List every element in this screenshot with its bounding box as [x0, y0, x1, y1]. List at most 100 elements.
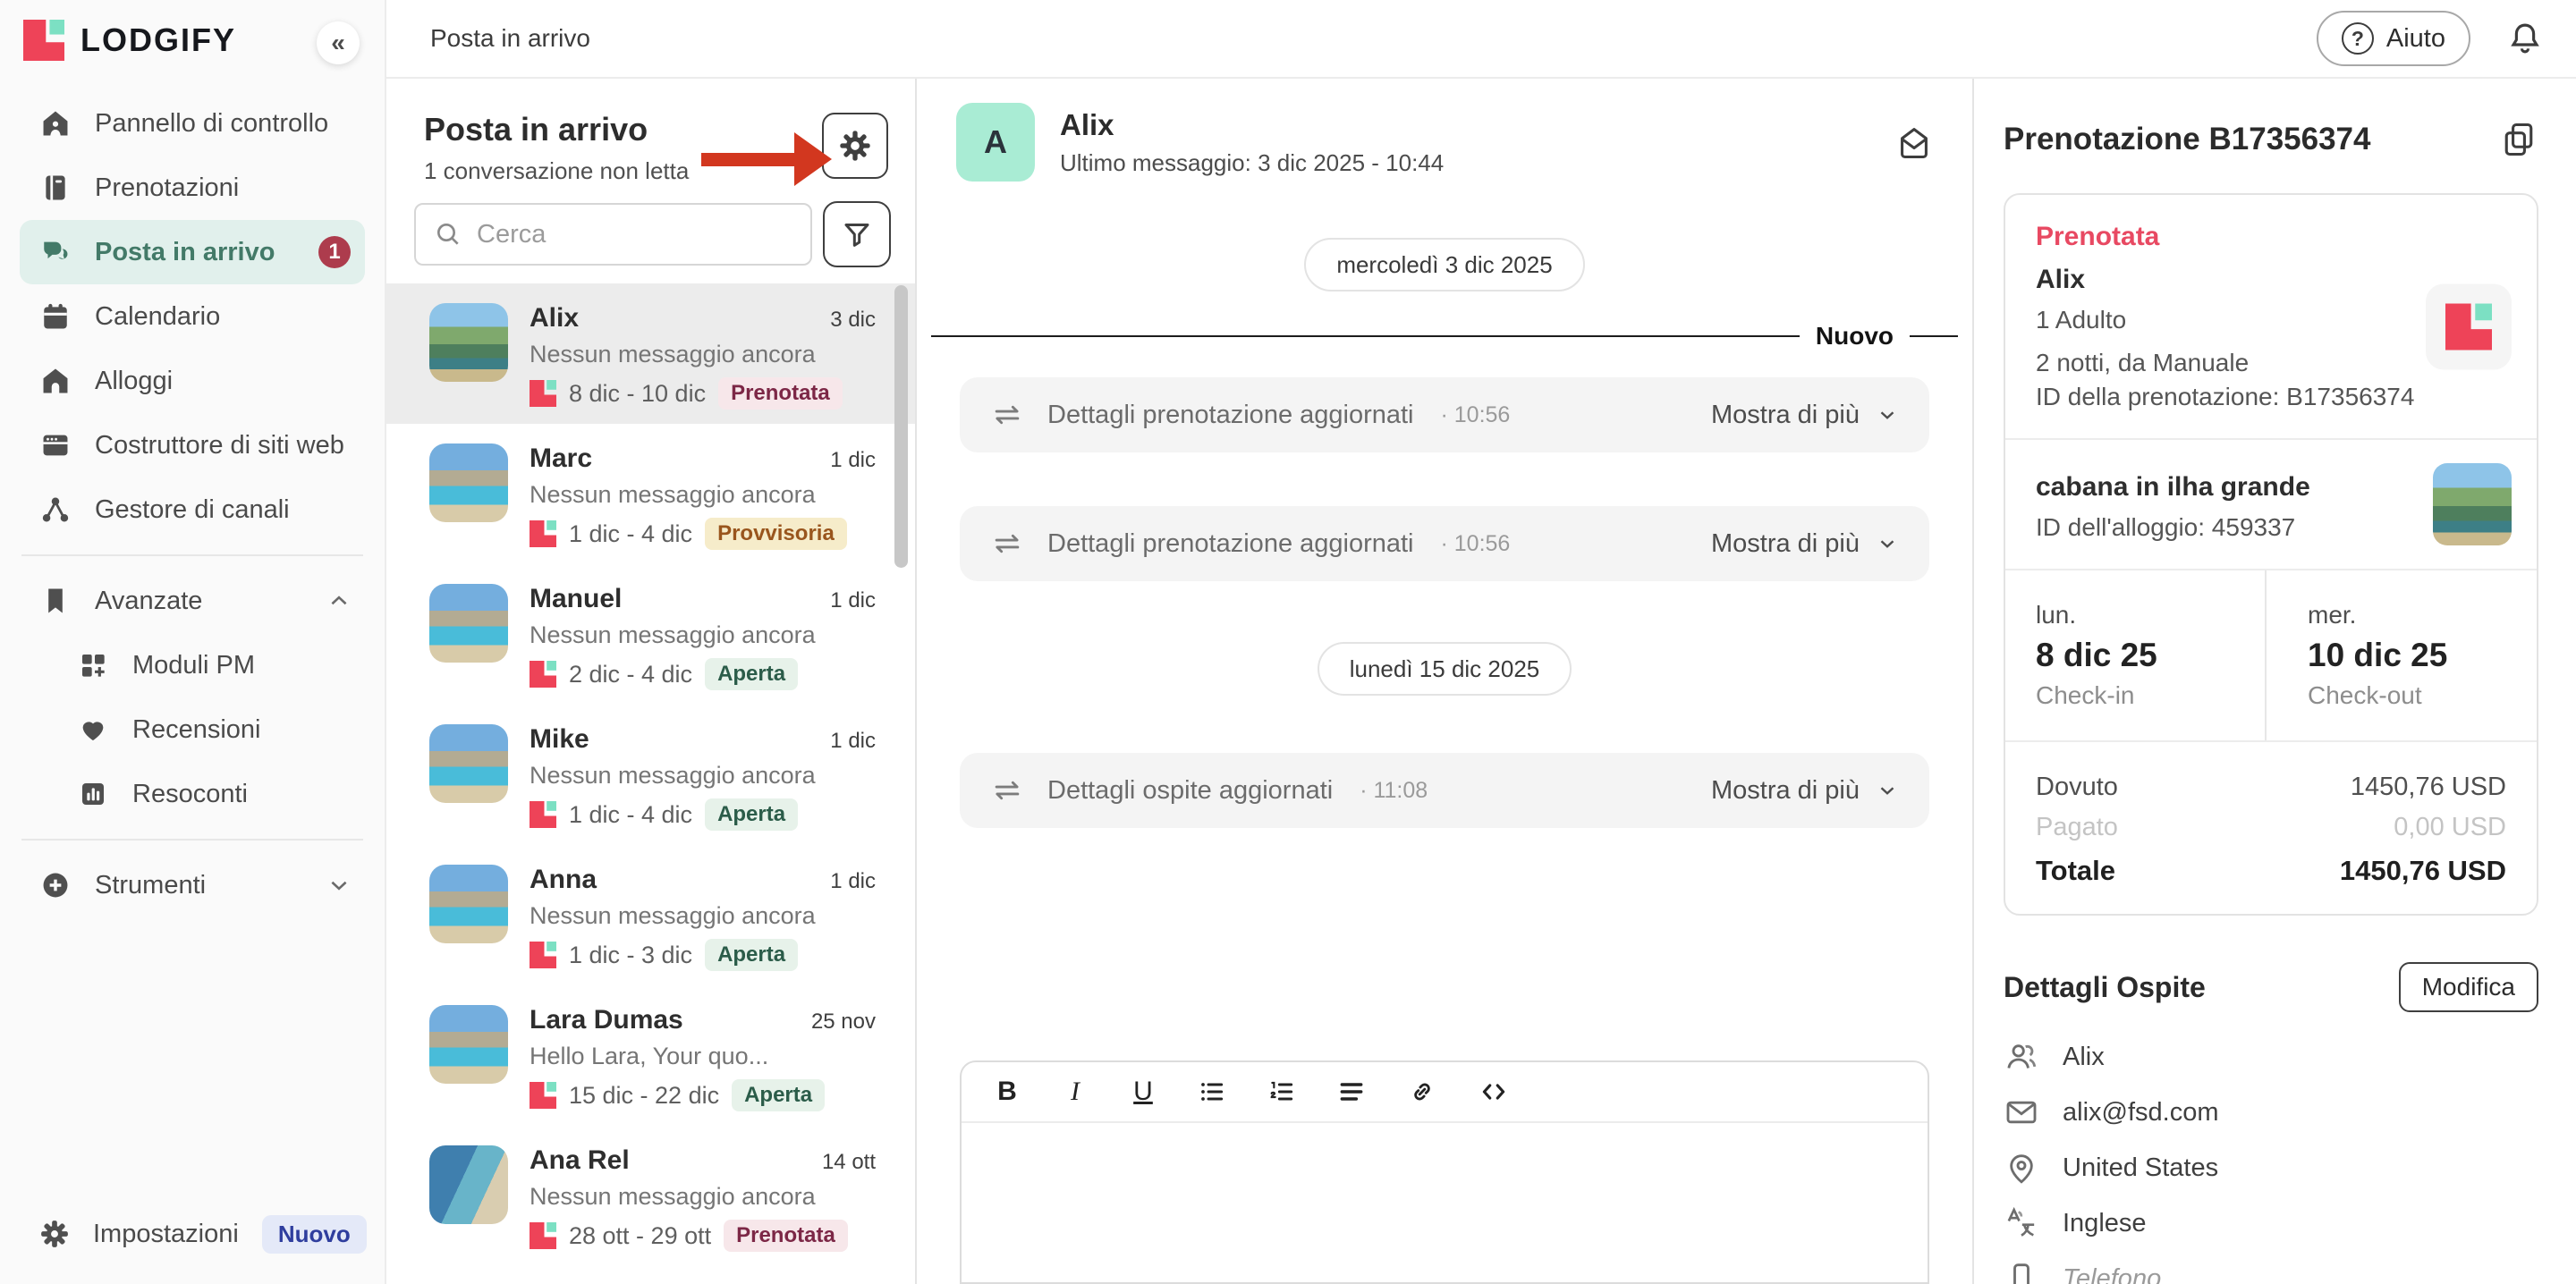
calendar-icon: [39, 300, 72, 333]
guest-detail-row: Telefono: [2004, 1259, 2538, 1284]
checkin-label: Check-in: [2036, 681, 2234, 710]
chevron-down-icon: [1876, 403, 1899, 427]
code-button[interactable]: [1479, 1077, 1509, 1107]
numbered-list-button[interactable]: [1267, 1077, 1296, 1106]
stay-range: 15 dic - 22 dic: [569, 1082, 719, 1110]
status-badge: Provvisoria: [705, 518, 847, 550]
dates-section: lun. 8 dic 25 Check-in mer. 10 dic 25 Ch…: [2005, 570, 2537, 742]
sidebar-item-gestore-di-canali[interactable]: Gestore di canali: [20, 477, 365, 542]
italic-button[interactable]: I: [1062, 1077, 1089, 1107]
lodgify-source-icon: [530, 801, 556, 828]
copy-icon[interactable]: [2499, 120, 2538, 159]
conversation-date: 1 dic: [830, 588, 876, 613]
property-thumbnail: [429, 584, 508, 663]
sidebar-item-label: Gestore di canali: [95, 495, 290, 525]
show-more-button[interactable]: Mostra di più: [1711, 401, 1899, 430]
underline-button[interactable]: U: [1130, 1077, 1157, 1107]
sync-arrows-icon: [990, 773, 1024, 807]
sidebar-item-recensioni[interactable]: Recensioni: [57, 697, 365, 762]
conversation-row[interactable]: Alix3 dic Nessun messaggio ancora 8 dic …: [386, 283, 915, 424]
mark-unread-button[interactable]: [1894, 122, 1935, 163]
sidebar-item-pannello-di-controllo[interactable]: Pannello di controllo: [20, 91, 365, 156]
funnel-icon: [841, 218, 873, 250]
lodgify-source-icon: [530, 1082, 556, 1109]
payment-row-due: Dovuto 1450,76 USD: [2036, 773, 2506, 802]
sidebar-item-prenotazioni[interactable]: Prenotazioni: [20, 156, 365, 220]
edit-guest-button[interactable]: Modifica: [2399, 962, 2538, 1012]
event-time: · 11:08: [1360, 778, 1428, 804]
payment-value: 0,00 USD: [2394, 813, 2506, 842]
lodgify-logo-icon: [23, 20, 64, 61]
sidebar-divider: [21, 839, 363, 841]
chat-icon: [39, 236, 72, 268]
timeline-event[interactable]: Dettagli prenotazione aggiornati · 10:56…: [960, 506, 1929, 581]
checkout-day: mer.: [2308, 601, 2506, 629]
search-input[interactable]: [477, 220, 792, 249]
breadcrumb: Posta in arrivo: [430, 24, 590, 53]
sidebar-item-costruttore-di-siti-web[interactable]: Costruttore di siti web: [20, 413, 365, 477]
payment-row-paid: Pagato 0,00 USD: [2036, 813, 2506, 842]
timeline-event[interactable]: Dettagli prenotazione aggiornati · 10:56…: [960, 377, 1929, 452]
sidebar-item-alloggi[interactable]: Alloggi: [20, 349, 365, 413]
sidebar-item-posta-in-arrivo[interactable]: Posta in arrivo 1: [20, 220, 365, 284]
message-input[interactable]: [962, 1123, 1928, 1282]
filter-button[interactable]: [823, 201, 891, 267]
scrollbar-thumb[interactable]: [894, 285, 908, 568]
help-button[interactable]: ? Aiuto: [2317, 11, 2470, 66]
conversation-date: 1 dic: [830, 729, 876, 754]
guest-name: Alix: [530, 303, 579, 334]
property-thumbnail: [429, 865, 508, 943]
guest-name: Marc: [530, 443, 592, 474]
conversation-row[interactable]: Anna1 dic Nessun messaggio ancora 1 dic …: [386, 845, 915, 985]
sidebar-item-calendario[interactable]: Calendario: [20, 284, 365, 349]
search-row: [386, 185, 915, 267]
lodgify-source-icon: [530, 1222, 556, 1249]
sidebar-item-avanzate[interactable]: Avanzate: [20, 569, 365, 633]
house-icon: [39, 365, 72, 397]
gear-icon: [39, 1218, 70, 1250]
sidebar-item-resoconti[interactable]: Resoconti: [57, 762, 365, 826]
sidebar-item-label: Resoconti: [132, 780, 248, 809]
sidebar-item-strumenti[interactable]: Strumenti: [20, 853, 365, 917]
guest-name: Mike: [530, 724, 589, 755]
guest-name: Anna: [530, 865, 597, 895]
status-badge: Aperta: [705, 939, 798, 971]
conversation-guest-name: Alix: [1060, 108, 1444, 142]
help-label: Aiuto: [2386, 24, 2445, 54]
message-preview: Nessun messaggio ancora: [530, 762, 876, 790]
align-button[interactable]: [1337, 1077, 1366, 1106]
timeline-event[interactable]: Dettagli ospite aggiornati · 11:08 Mostr…: [960, 753, 1929, 828]
status-badge: Aperta: [705, 798, 798, 831]
event-time: · 10:56: [1441, 531, 1511, 557]
link-button[interactable]: [1407, 1077, 1437, 1107]
bold-button[interactable]: B: [994, 1077, 1021, 1107]
conversation-row[interactable]: Mike1 dic Nessun messaggio ancora 1 dic …: [386, 705, 915, 845]
conversation-row[interactable]: Ana Rel14 ott Nessun messaggio ancora 28…: [386, 1126, 915, 1266]
sidebar-item-moduli-pm[interactable]: Moduli PM: [57, 633, 365, 697]
conversation-row[interactable]: Marc1 dic Nessun messaggio ancora 1 dic …: [386, 424, 915, 564]
conversation-date: 25 nov: [811, 1009, 876, 1035]
sidebar-item-label: Moduli PM: [132, 651, 255, 680]
conversation-row[interactable]: Manuel1 dic Nessun messaggio ancora 2 di…: [386, 564, 915, 705]
property-thumbnail: [429, 303, 508, 382]
lodgify-source-icon: [530, 520, 556, 547]
translate-icon: [2004, 1205, 2039, 1241]
stay-range: 1 dic - 4 dic: [569, 520, 692, 548]
bell-icon[interactable]: [2506, 20, 2544, 57]
bullet-list-button[interactable]: [1198, 1077, 1226, 1106]
conversation-date: 3 dic: [830, 308, 876, 333]
show-more-button[interactable]: Mostra di più: [1711, 776, 1899, 806]
guest-detail-text: Alix: [2063, 1043, 2105, 1072]
gear-icon: [837, 128, 873, 164]
sidebar-item-impostazioni[interactable]: Impostazioni Nuovo: [20, 1202, 365, 1266]
show-more-button[interactable]: Mostra di più: [1711, 529, 1899, 559]
guest-detail-text: Telefono: [2063, 1264, 2161, 1284]
main-column: Posta in arrivo ? Aiuto Posta in arrivo …: [386, 0, 2576, 1284]
message-preview: Hello Lara, Your quo...: [530, 1043, 876, 1070]
inbox-settings-button[interactable]: [822, 113, 888, 179]
status-badge: Aperta: [705, 658, 798, 690]
guest-details-title: Dettagli Ospite: [2004, 971, 2206, 1004]
inbox-title: Posta in arrivo: [424, 111, 888, 148]
sidebar-collapse-button[interactable]: «: [317, 21, 360, 64]
conversation-row[interactable]: Lara Dumas25 nov Hello Lara, Your quo...…: [386, 985, 915, 1126]
